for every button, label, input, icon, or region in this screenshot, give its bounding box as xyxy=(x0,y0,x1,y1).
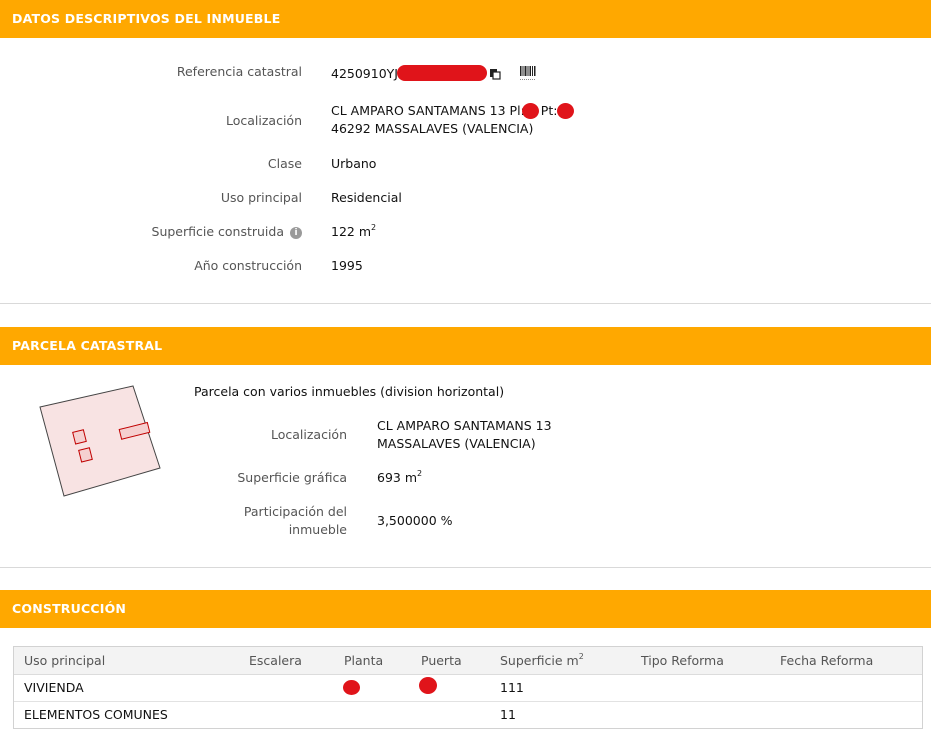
puerta-redaction-mark xyxy=(557,103,574,119)
planta-redaction-mark xyxy=(343,680,360,695)
parcela-section-header: PARCELA CATASTRAL xyxy=(0,327,931,365)
col-fecha-reforma[interactable]: Fecha Reforma xyxy=(780,653,873,668)
ref-catastral-label: Referencia catastral xyxy=(176,64,302,79)
participacion-value: 3,500000 % xyxy=(377,513,453,528)
superficie-construida-exponent: 2 xyxy=(371,222,377,232)
row-superficie: 11 xyxy=(500,707,516,722)
section-divider xyxy=(0,303,931,304)
descriptive-section-header: DATOS DESCRIPTIVOS DEL INMUEBLE xyxy=(0,0,931,38)
col-puerta[interactable]: Puerta xyxy=(421,653,462,668)
superficie-construida-text: Superficie construida xyxy=(151,224,285,239)
superficie-construida-label: Superficie construida i xyxy=(100,224,302,239)
construccion-section-header: CONSTRUCCIÓN xyxy=(0,590,931,628)
parcela-localizacion-line2: MASSALAVES (VALENCIA) xyxy=(377,436,536,451)
puerta-redaction-mark xyxy=(419,677,437,694)
ref-redaction-mark xyxy=(397,65,487,81)
localizacion-pt: Pt: xyxy=(540,103,558,118)
col-superficie-exponent: 2 xyxy=(578,651,584,661)
superficie-construida-value: 122 m2 xyxy=(331,222,377,239)
construccion-section-title: CONSTRUCCIÓN xyxy=(12,601,127,616)
construccion-table: Uso principal Escalera Planta Puerta Sup… xyxy=(13,646,923,729)
parcela-section-title: PARCELA CATASTRAL xyxy=(12,338,163,353)
localizacion-label: Localización xyxy=(225,113,302,128)
row-superficie: 111 xyxy=(500,680,524,695)
superficie-grafica-label: Superficie gráfica xyxy=(237,470,347,485)
parcela-localizacion-label: Localización xyxy=(270,427,347,442)
anio-construccion-label: Año construcción xyxy=(194,258,302,273)
parcela-localizacion-line1: CL AMPARO SANTAMANS 13 xyxy=(377,418,552,433)
col-superficie[interactable]: Superficie m2 xyxy=(500,651,584,668)
table-header-row: Uso principal Escalera Planta Puerta Sup… xyxy=(14,647,922,675)
localizacion-line2: 46292 MASSALAVES (VALENCIA) xyxy=(331,121,534,136)
row-divider xyxy=(14,701,922,702)
participacion-label-2: inmueble xyxy=(288,522,347,537)
superficie-grafica-exponent: 2 xyxy=(417,468,423,478)
col-tipo-reforma[interactable]: Tipo Reforma xyxy=(641,653,724,668)
parcel-map[interactable] xyxy=(30,378,170,508)
anio-construccion-value: 1995 xyxy=(331,258,363,273)
row-uso: ELEMENTOS COMUNES xyxy=(24,707,168,722)
copy-icon[interactable] xyxy=(489,68,501,80)
section-divider xyxy=(0,567,931,568)
parcela-title: Parcela con varios inmuebles (division h… xyxy=(194,384,505,399)
uso-principal-label: Uso principal xyxy=(220,190,302,205)
superficie-grafica-value: 693 m2 xyxy=(377,468,423,485)
col-planta[interactable]: Planta xyxy=(344,653,383,668)
row-uso: VIVIENDA xyxy=(24,680,84,695)
descriptive-section-title: DATOS DESCRIPTIVOS DEL INMUEBLE xyxy=(12,11,281,26)
ref-catastral-value: 4250910YJ xyxy=(331,66,398,81)
superficie-grafica-number: 693 m xyxy=(377,470,418,485)
info-icon[interactable]: i xyxy=(290,226,302,239)
barcode-icon[interactable] xyxy=(519,64,537,82)
uso-principal-value: Residencial xyxy=(331,190,402,205)
participacion-label-1: Participación del xyxy=(243,504,347,519)
col-uso-principal[interactable]: Uso principal xyxy=(24,653,105,668)
clase-label: Clase xyxy=(267,156,302,171)
planta-redaction-mark xyxy=(522,103,539,119)
localizacion-street: CL AMPARO SANTAMANS 13 Pl: xyxy=(331,103,525,118)
superficie-construida-number: 122 m xyxy=(331,224,372,239)
col-escalera[interactable]: Escalera xyxy=(249,653,302,668)
clase-value: Urbano xyxy=(331,156,377,171)
col-superficie-text: Superficie m xyxy=(500,653,579,668)
